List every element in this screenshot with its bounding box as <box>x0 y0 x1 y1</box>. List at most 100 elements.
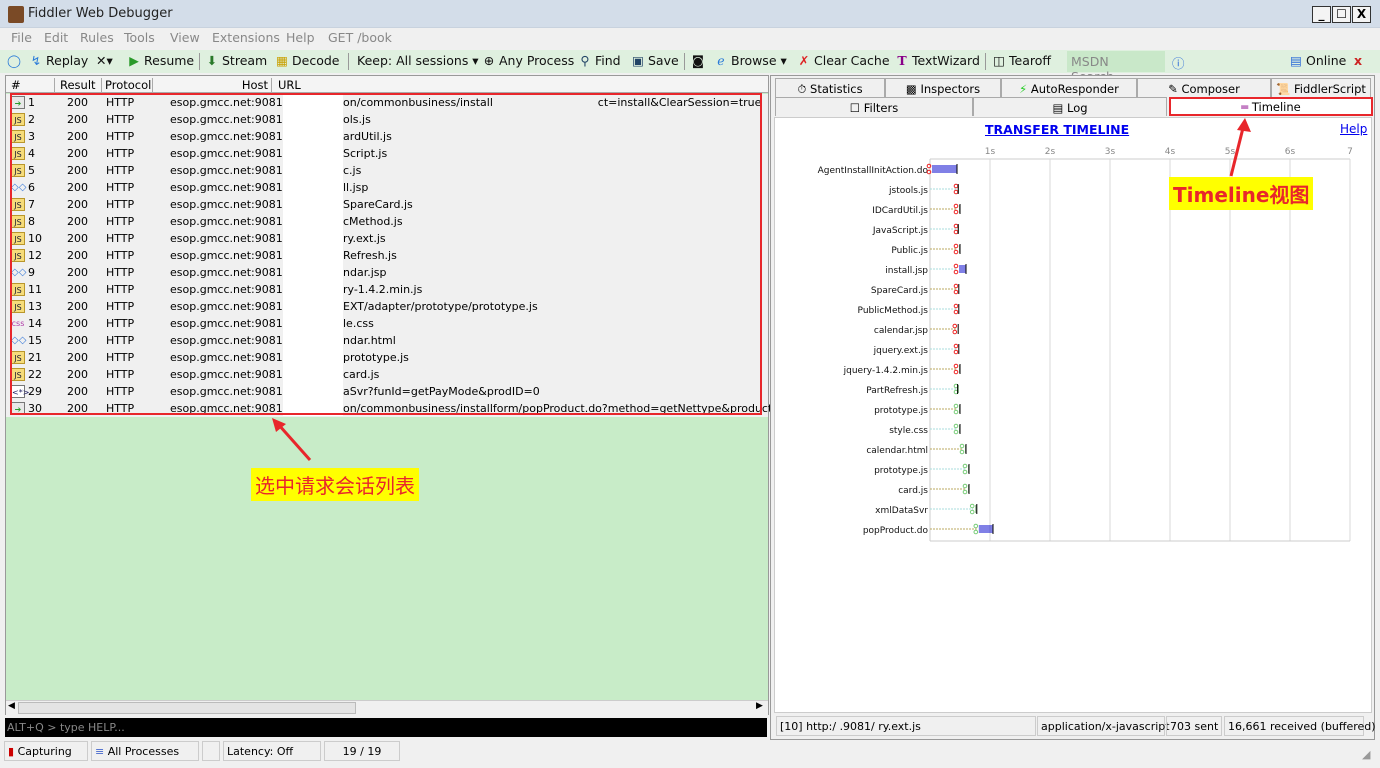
menu-tools[interactable]: Tools <box>124 30 155 45</box>
online-button[interactable]: ▤ Online <box>1288 53 1346 68</box>
clear-cache-button[interactable]: ✗ Clear Cache <box>796 53 890 68</box>
msdn-search-input[interactable]: MSDN Search... <box>1067 51 1165 84</box>
scroll-left-icon[interactable]: ◀ <box>8 701 15 711</box>
screenshot-button[interactable]: ◙ <box>690 53 708 68</box>
stopwatch-icon: ⏱ <box>797 82 807 96</box>
stream-arrow-icon: ⬇ <box>206 53 218 68</box>
tab-fiddlerscript[interactable]: 📜 FiddlerScript <box>1271 78 1371 97</box>
help-icon[interactable]: ⓘ <box>1172 53 1185 72</box>
any-process-button[interactable]: ⊕ Any Process <box>481 53 575 68</box>
tick-label: 1s <box>985 147 996 157</box>
tab-label: FiddlerScript <box>1294 82 1366 96</box>
timeline-marker <box>962 489 968 495</box>
tab-inspectors[interactable]: ▩ Inspectors <box>885 78 1001 97</box>
menu-get-book[interactable]: GET /book <box>328 30 392 45</box>
col-number[interactable]: # <box>11 78 55 93</box>
maximize-button[interactable]: ☐ <box>1332 6 1351 23</box>
tab-label: Timeline <box>1251 100 1301 114</box>
tab-statistics[interactable]: ⏱ Statistics <box>775 78 885 97</box>
col-host[interactable]: Host <box>154 78 272 93</box>
timeline-item-label: xmlDataSvr <box>875 506 928 516</box>
timeline-title: TRANSFER TIMELINE <box>985 122 1130 137</box>
separator <box>684 53 685 70</box>
timeline-item-label: SpareCard.js <box>871 286 928 296</box>
timeline-marker <box>953 369 959 375</box>
process-filter[interactable]: ≡ All Processes <box>91 741 199 761</box>
tab-autoresponder[interactable]: ⚡ AutoResponder <box>1001 78 1137 97</box>
annotation-arrow-icon <box>1229 118 1251 177</box>
inspectors-icon: ▩ <box>905 82 917 96</box>
timeline-marker <box>969 503 975 509</box>
tick-label: 4s <box>1165 147 1176 157</box>
menu-rules[interactable]: Rules <box>80 30 114 45</box>
timeline-item-label: PartRefresh.js <box>866 386 928 396</box>
tick-label: 7 <box>1347 147 1353 157</box>
timeline-item-label: PublicMethod.js <box>858 306 929 316</box>
horizontal-scrollbar[interactable]: ◀ ▶ <box>6 700 768 715</box>
capturing-toggle[interactable]: ▮ Capturing <box>4 741 88 761</box>
tab-timeline[interactable]: ═ Timeline <box>1169 97 1373 116</box>
annotation-timeline: Timeline视图 <box>1169 177 1314 210</box>
save-button[interactable]: ▣ Save <box>630 53 679 68</box>
status-empty <box>202 741 220 761</box>
selection-highlight-box <box>10 93 762 415</box>
find-button[interactable]: ⚲ Find <box>577 53 620 68</box>
timeline-help-link[interactable]: Help <box>1340 122 1367 136</box>
timeline-marker <box>953 409 959 415</box>
timeline-panel: TRANSFER TIMELINE Help 1s 2s 3s 4s 5s 6s 7 Agen… <box>774 117 1372 713</box>
tearoff-button[interactable]: ◫ Tearoff <box>991 53 1051 68</box>
col-result[interactable]: Result <box>56 78 102 93</box>
timeline-marker <box>969 509 975 515</box>
menu-extensions[interactable]: Extensions <box>212 30 280 45</box>
decode-icon: ▦ <box>276 53 288 68</box>
timeline-marker <box>953 203 959 209</box>
close-button[interactable]: X <box>1352 6 1371 23</box>
timeline-marker <box>959 443 965 449</box>
timeline-marker <box>953 289 959 295</box>
decode-button[interactable]: ▦ Decode <box>274 53 339 68</box>
quickexec-input[interactable]: ALT+Q > type HELP... <box>5 718 767 737</box>
tab-composer[interactable]: ✎ Composer <box>1137 78 1271 97</box>
timeline-item-label: style.css <box>889 426 928 436</box>
browse-button[interactable]: ℯ Browse ▾ <box>713 53 786 68</box>
timeline-marker <box>959 449 965 455</box>
textwizard-button[interactable]: T TextWizard <box>894 53 980 68</box>
remove-button[interactable]: ✕▾ <box>96 53 113 68</box>
stream-button[interactable]: ⬇ Stream <box>204 53 267 68</box>
timeline-marker <box>953 223 959 229</box>
replay-button[interactable]: ↯ Replay <box>28 53 89 68</box>
menu-edit[interactable]: Edit <box>44 30 68 45</box>
tab-log[interactable]: ▤ Log <box>973 97 1167 116</box>
status-bar: ▮ Capturing ≡ All Processes Latency: Off… <box>0 740 1380 764</box>
scroll-right-icon[interactable]: ▶ <box>756 701 763 711</box>
clear-cache-icon: ✗ <box>798 53 810 68</box>
tab-label: Statistics <box>810 82 863 96</box>
menu-view[interactable]: View <box>170 30 200 45</box>
comment-button[interactable]: ◯ <box>6 53 24 68</box>
textwizard-icon: T <box>897 53 907 68</box>
minimize-button[interactable]: _ <box>1312 6 1331 23</box>
timeline-item-label: calendar.jsp <box>874 326 928 336</box>
sessions-header: # Result Protocol Host URL <box>6 76 768 93</box>
resume-button[interactable]: ▶ Resume <box>126 53 194 68</box>
timeline-marker <box>973 523 979 529</box>
latency-status[interactable]: Latency: Off <box>223 741 321 761</box>
col-url[interactable]: URL <box>278 78 301 93</box>
keep-sessions-dropdown[interactable]: Keep: All sessions ▾ <box>357 53 479 68</box>
timeline-marker <box>973 529 979 535</box>
col-protocol[interactable]: Protocol <box>103 78 153 93</box>
timeline-item-label: Public.js <box>891 246 928 256</box>
session-count: 19 / 19 <box>324 741 400 761</box>
tab-filters[interactable]: ☐ Filters <box>775 97 973 116</box>
timeline-marker <box>953 229 959 235</box>
timeline-icon: ═ <box>1241 100 1249 114</box>
close-toolbar-button[interactable]: x <box>1354 53 1362 68</box>
scrollbar-thumb[interactable] <box>18 702 356 714</box>
resize-grip-icon[interactable]: ◢ <box>1362 748 1370 761</box>
any-process-label: Any Process <box>499 53 575 68</box>
menu-file[interactable]: File <box>11 30 32 45</box>
timeline-marker <box>953 363 959 369</box>
right-pane: ⏱ Statistics ▩ Inspectors ⚡ AutoResponde… <box>770 75 1376 740</box>
save-icon: ▣ <box>632 53 644 68</box>
menu-help[interactable]: Help <box>286 30 315 45</box>
